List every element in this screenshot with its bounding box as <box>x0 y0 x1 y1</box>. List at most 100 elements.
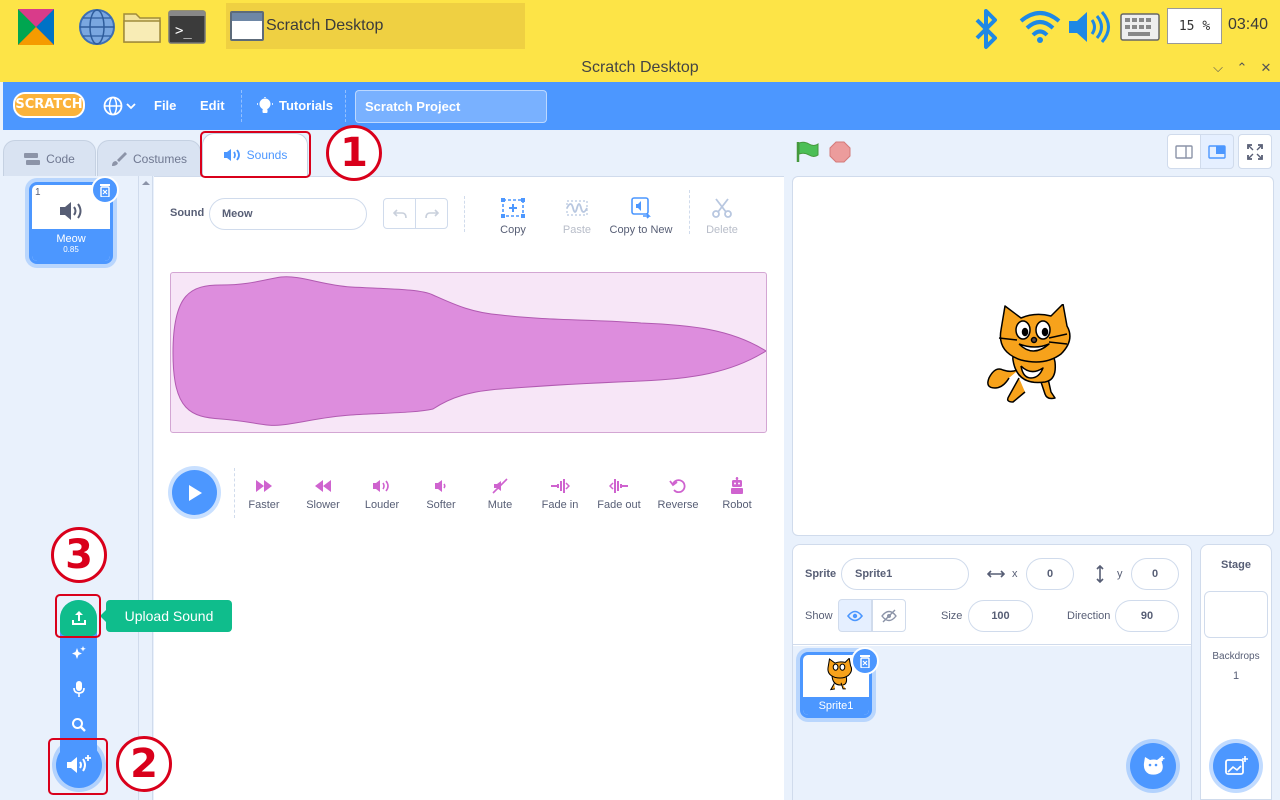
effect-softer-button[interactable]: Softer <box>411 477 471 511</box>
taskbar-window-button[interactable]: Scratch Desktop <box>226 3 525 49</box>
size-label: Size <box>941 610 963 622</box>
browser-icon[interactable] <box>78 8 116 46</box>
y-input[interactable]: 0 <box>1131 558 1179 590</box>
window-title: Scratch Desktop <box>581 59 699 76</box>
record-button[interactable] <box>60 672 97 706</box>
fade-in-icon <box>551 479 570 493</box>
effect-fade-in-button[interactable]: Fade in <box>530 477 590 511</box>
green-flag-button[interactable] <box>796 141 820 163</box>
undo-button[interactable] <box>383 198 416 229</box>
sprite-tile-name: Sprite1 <box>803 697 869 715</box>
green-flag-icon <box>796 141 819 162</box>
fade-out-icon <box>609 479 628 493</box>
show-label: Show <box>805 610 833 622</box>
normal-stage-icon <box>1208 144 1226 159</box>
slower-icon <box>315 480 331 492</box>
redo-button[interactable] <box>415 198 448 229</box>
upload-sound-button[interactable] <box>60 600 97 636</box>
close-icon[interactable]: ✕ <box>1256 54 1276 82</box>
reverse-icon <box>669 479 686 494</box>
y-label: y <box>1117 568 1123 580</box>
effect-mute-button[interactable]: Mute <box>470 477 530 511</box>
normal-stage-button[interactable] <box>1200 134 1234 169</box>
choose-a-sound-button[interactable] <box>60 708 97 742</box>
maximize-icon[interactable]: ⌃ <box>1232 54 1252 82</box>
search-icon <box>71 718 86 732</box>
trash-icon <box>100 184 110 197</box>
sprite-name-input[interactable]: Sprite1 <box>841 558 969 590</box>
add-sprite-button[interactable] <box>1130 743 1176 789</box>
menu-divider <box>241 90 242 122</box>
volume-icon[interactable] <box>1066 8 1110 46</box>
add-sound-button[interactable] <box>56 742 102 788</box>
file-menu[interactable]: File <box>154 82 176 130</box>
softer-icon <box>435 480 446 492</box>
scratch-cat-sprite[interactable] <box>983 304 1083 408</box>
delete-sprite-button[interactable] <box>851 647 879 675</box>
copy-to-new-label: Copy to New <box>609 224 673 236</box>
paste-button[interactable]: Paste <box>545 196 609 236</box>
tab-costumes[interactable]: Costumes <box>97 140 201 176</box>
effect-faster-button[interactable]: Faster <box>234 477 294 511</box>
effect-fade-out-button[interactable]: Fade out <box>589 477 649 511</box>
window-titlebar[interactable]: Scratch Desktop ⌵ ⌃ ✕ <box>0 54 1280 82</box>
full-screen-icon <box>1247 143 1263 160</box>
x-input[interactable]: 0 <box>1026 558 1074 590</box>
y-arrows-icon <box>1096 565 1104 583</box>
size-input[interactable]: 100 <box>968 600 1033 632</box>
tutorials-label: Tutorials <box>279 98 333 113</box>
tab-code[interactable]: Code <box>3 140 96 176</box>
bluetooth-icon[interactable] <box>967 8 1005 49</box>
sound-name-input[interactable] <box>209 198 367 230</box>
effect-robot-button[interactable]: Robot <box>707 477 767 511</box>
small-stage-icon <box>1175 144 1193 159</box>
effect-fade-out-label: Fade out <box>597 499 641 511</box>
stage-thumbnail[interactable] <box>1204 591 1268 638</box>
sound-waveform[interactable] <box>170 272 767 433</box>
scissors-icon <box>712 198 732 218</box>
scratch-logo[interactable]: SCRATCH <box>13 92 85 118</box>
stage-pane-title: Stage <box>1221 559 1251 571</box>
hide-sprite-button[interactable] <box>872 599 906 632</box>
annotation-callout-3: 3 <box>51 527 107 583</box>
play-sound-button[interactable] <box>172 470 217 515</box>
terminal-icon[interactable]: >_ <box>168 8 206 46</box>
copy-button[interactable]: Copy <box>481 196 545 236</box>
tab-sounds-label: Sounds <box>246 148 288 162</box>
project-title-input[interactable]: Scratch Project <box>355 90 547 123</box>
show-sprite-button[interactable] <box>838 599 872 632</box>
wifi-icon[interactable] <box>1018 8 1061 46</box>
effect-slower-button[interactable]: Slower <box>293 477 353 511</box>
clock[interactable]: 03:40 <box>1228 16 1268 34</box>
tutorials-menu[interactable]: Tutorials <box>257 82 333 130</box>
undo-icon <box>392 208 407 218</box>
edit-menu[interactable]: Edit <box>200 82 225 130</box>
stop-button[interactable] <box>829 141 851 163</box>
direction-input[interactable]: 90 <box>1115 600 1179 632</box>
file-manager-icon[interactable] <box>122 8 161 46</box>
surprise-button[interactable] <box>60 636 97 670</box>
effect-reverse-button[interactable]: Reverse <box>648 477 708 511</box>
language-globe-icon[interactable] <box>103 96 137 116</box>
effect-louder-button[interactable]: Louder <box>352 477 412 511</box>
redo-icon <box>424 208 439 218</box>
stage-canvas[interactable] <box>792 176 1274 536</box>
delete-button[interactable]: Delete <box>690 196 754 236</box>
effect-softer-label: Softer <box>426 499 456 511</box>
small-stage-button[interactable] <box>1167 134 1201 169</box>
cpu-monitor[interactable]: 15 % <box>1167 8 1222 44</box>
sound-list-scrollbar[interactable] <box>139 176 153 800</box>
keyboard-icon[interactable] <box>1120 8 1160 46</box>
effect-mute-label: Mute <box>487 499 513 511</box>
raspberry-menu-icon[interactable] <box>17 8 55 46</box>
minimize-icon[interactable]: ⌵ <box>1208 54 1228 82</box>
copy-to-new-button[interactable]: Copy to New <box>609 196 673 236</box>
delete-sound-button[interactable] <box>91 176 119 204</box>
tab-sounds[interactable]: Sounds <box>202 133 308 176</box>
copy-icon <box>501 198 525 218</box>
os-taskbar: >_ Scratch Desktop 15 % 03:40 <box>0 0 1280 54</box>
full-screen-button[interactable] <box>1238 134 1272 169</box>
speaker-icon <box>60 202 82 220</box>
add-backdrop-button[interactable] <box>1213 743 1259 789</box>
trash-icon <box>860 655 870 668</box>
